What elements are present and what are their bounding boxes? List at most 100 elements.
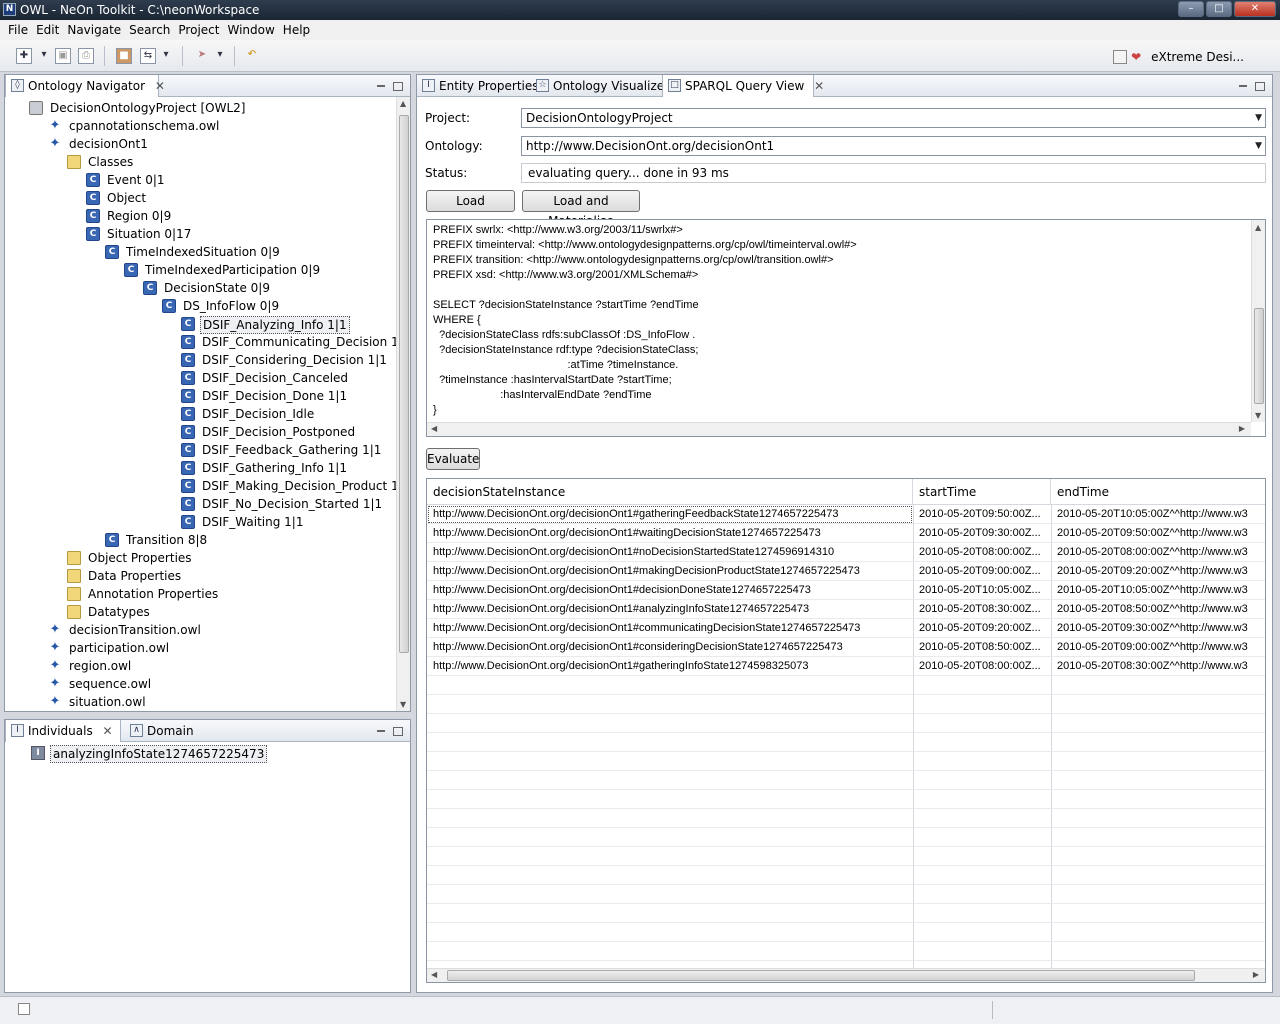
close-tab-icon[interactable]: ✕ (103, 724, 113, 738)
table-row[interactable]: http://www.DecisionOnt.org/decisionOnt1#… (427, 657, 1265, 676)
table-row[interactable]: http://www.DecisionOnt.org/decisionOnt1#… (427, 543, 1265, 562)
table-row[interactable]: http://www.DecisionOnt.org/decisionOnt1#… (427, 581, 1265, 600)
query-line: WHERE { (433, 314, 481, 326)
run-dropdown-icon[interactable]: ▾ (212, 48, 228, 64)
class-icon: C (181, 425, 195, 439)
import-dropdown-icon[interactable]: ▾ (158, 48, 174, 64)
tree-node-label: DSIF_Decision_Canceled (202, 371, 349, 385)
save-icon[interactable]: ▣ (55, 48, 71, 64)
folder-icon (67, 587, 81, 601)
tab-ontology-visualizer[interactable]: ☆ Ontology Visualizer (531, 75, 669, 97)
load-and-materialise-button[interactable]: Load and Materialise (522, 190, 640, 228)
tree-node-label: sequence.owl (69, 677, 152, 691)
results-horizontal-scrollbar[interactable]: ◀ ▶ (427, 968, 1265, 982)
table-row[interactable]: http://www.DecisionOnt.org/decisionOnt1#… (427, 619, 1265, 638)
query-line: PREFIX timeinterval: <http://www.ontolog… (433, 239, 857, 251)
column-header[interactable]: startTime (913, 479, 1051, 505)
table-cell: 2010-05-20T10:05:00Z^^http://www.w3 (1057, 584, 1248, 596)
tree-node-label: region.owl (69, 659, 132, 673)
menu-search[interactable]: Search (125, 20, 174, 40)
evaluate-button[interactable]: Evaluate (426, 448, 480, 470)
scroll-up-icon[interactable]: ▲ (400, 99, 406, 108)
menu-edit[interactable]: Edit (32, 20, 63, 40)
class-icon: C (181, 461, 195, 475)
menu-help[interactable]: Help (279, 20, 314, 40)
minimize-button[interactable]: – (1178, 1, 1204, 17)
perspective-switcher[interactable]: ❤ eXtreme Desi... (1113, 48, 1244, 66)
query-horizontal-scrollbar[interactable]: ◀ ▶ (427, 422, 1251, 436)
ontology-tree: DecisionOntologyProject [OWL2] ✦ cpannotat… (5, 97, 396, 711)
back-icon[interactable]: ↶ (244, 48, 260, 64)
table-row[interactable]: http://www.DecisionOnt.org/decisionOnt1#… (427, 600, 1265, 619)
scroll-right-icon[interactable]: ▶ (1239, 424, 1245, 433)
maximize-view-icon[interactable] (393, 81, 403, 91)
project-icon (29, 101, 43, 115)
project-select[interactable]: DecisionOntologyProject ▼ (521, 108, 1266, 128)
ontology-icon[interactable]: ■ (116, 48, 132, 64)
scroll-thumb[interactable] (399, 115, 409, 653)
scroll-down-icon[interactable]: ▼ (400, 700, 406, 709)
menu-navigate[interactable]: Navigate (63, 20, 125, 40)
new-icon[interactable]: ✚ (16, 48, 32, 64)
open-perspective-icon[interactable] (1113, 50, 1128, 64)
close-tab-icon[interactable]: ✕ (155, 79, 165, 93)
class-icon: C (181, 407, 195, 421)
window-title-bar: N OWL - NeOn Toolkit - C:\neonWorkspace … (0, 0, 1280, 20)
maximize-view-icon[interactable] (1255, 81, 1265, 91)
maximize-button[interactable]: □ (1206, 1, 1232, 17)
table-row[interactable]: http://www.DecisionOnt.org/decisionOnt1#… (427, 638, 1265, 657)
tree-node-label: Transition 8|8 (126, 533, 208, 547)
minimize-view-icon[interactable] (377, 730, 385, 732)
scroll-right-icon[interactable]: ▶ (1253, 970, 1259, 979)
ontology-icon: ✦ (49, 694, 61, 709)
scroll-thumb[interactable] (1254, 308, 1264, 404)
class-icon: C (181, 389, 195, 403)
sparql-query-textarea[interactable]: PREFIX swrlx: <http://www.w3.org/2003/11… (426, 219, 1266, 437)
menu-file[interactable]: File (4, 20, 32, 40)
navigator-scrollbar[interactable]: ▲ ▼ (396, 97, 410, 711)
tree-node-label: DSIF_Feedback_Gathering 1|1 (202, 443, 382, 457)
scroll-down-icon[interactable]: ▼ (1255, 411, 1261, 420)
table-cell: 2010-05-20T08:30:00Z^^http://www.w3 (1057, 660, 1248, 672)
minimize-view-icon[interactable] (377, 85, 385, 87)
scroll-left-icon[interactable]: ◀ (431, 970, 437, 979)
tab-domain[interactable]: ∧ Domain (125, 720, 205, 742)
tree-node-label: DSIF_Decision_Postponed (202, 425, 356, 439)
navigator-view-controls (377, 79, 403, 92)
fast-view-icon[interactable] (18, 1003, 30, 1015)
tab-ontology-navigator[interactable]: ◊ Ontology Navigator ✕ (5, 75, 165, 97)
table-row[interactable]: http://www.DecisionOnt.org/decisionOnt1#… (427, 562, 1265, 581)
new-dropdown-icon[interactable]: ▾ (36, 48, 52, 64)
menu-project[interactable]: Project (174, 20, 223, 40)
table-cell: 2010-05-20T09:50:00Z... (919, 508, 1041, 520)
tab-entity-properties[interactable]: I Entity Properties (417, 75, 539, 97)
load-button[interactable]: Load (426, 190, 515, 212)
table-cell: 2010-05-20T09:50:00Z^^http://www.w3 (1057, 527, 1248, 539)
scroll-up-icon[interactable]: ▲ (1255, 223, 1261, 232)
table-row[interactable]: http://www.DecisionOnt.org/decisionOnt1#… (427, 505, 1265, 524)
tab-label: Ontology Navigator (28, 79, 146, 93)
scroll-left-icon[interactable]: ◀ (431, 424, 437, 433)
class-icon: C (181, 353, 195, 367)
tree-node-label: Annotation Properties (88, 587, 219, 601)
print-icon[interactable]: ⎙ (78, 48, 94, 64)
table-cell: http://www.DecisionOnt.org/decisionOnt1#… (433, 603, 810, 615)
ontology-icon: ✦ (49, 622, 61, 637)
tab-sparql-query-view[interactable]: □ SPARQL Query View ✕ (662, 75, 824, 97)
maximize-view-icon[interactable] (393, 726, 403, 736)
table-row[interactable]: http://www.DecisionOnt.org/decisionOnt1#… (427, 524, 1265, 543)
scroll-thumb[interactable] (447, 970, 1195, 981)
ontology-select[interactable]: http://www.DecisionOnt.org/decisionOnt1 … (521, 136, 1266, 156)
run-icon[interactable]: ➤ (194, 48, 210, 64)
column-header[interactable]: decisionStateInstance (427, 479, 913, 505)
tab-individuals[interactable]: I Individuals ✕ (5, 720, 121, 742)
minimize-view-icon[interactable] (1239, 85, 1247, 87)
column-header[interactable]: endTime (1051, 479, 1265, 505)
empty-table-row (427, 809, 1265, 828)
table-cell: 2010-05-20T09:20:00Z... (919, 622, 1041, 634)
close-button[interactable]: ✕ (1234, 1, 1276, 17)
close-tab-icon[interactable]: ✕ (814, 79, 824, 93)
menu-window[interactable]: Window (223, 20, 278, 40)
query-vertical-scrollbar[interactable]: ▲ ▼ (1251, 220, 1265, 422)
import-icon[interactable]: ⇆ (140, 48, 156, 64)
